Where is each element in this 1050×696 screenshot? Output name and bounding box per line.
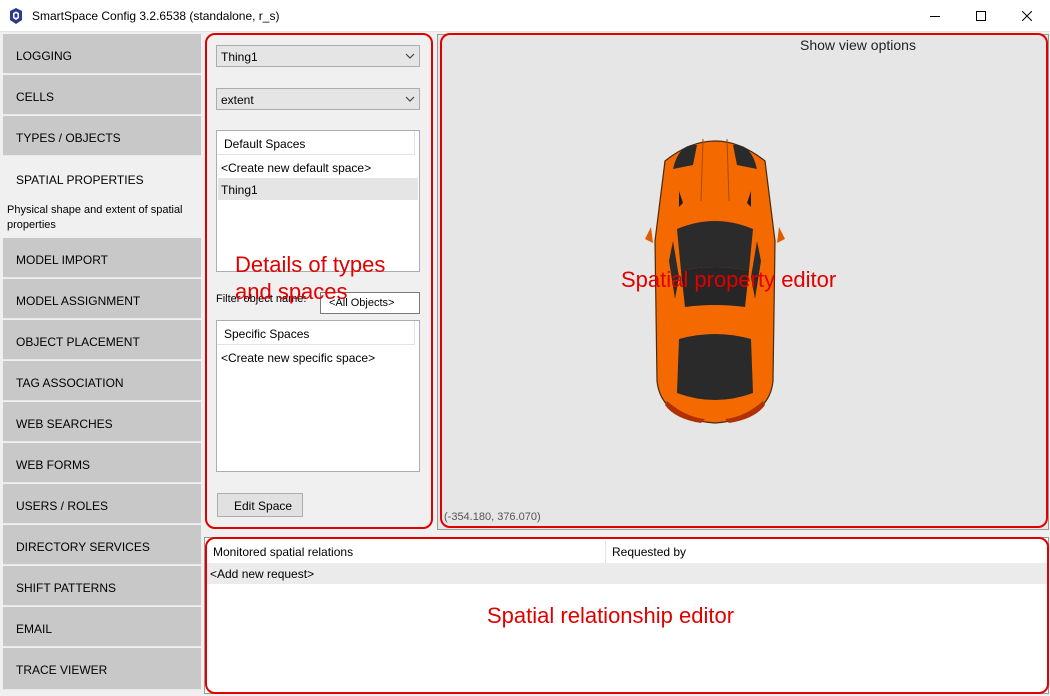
maximize-button[interactable] (958, 0, 1004, 31)
sidebar-item-label: OBJECT PLACEMENT (16, 335, 140, 349)
sidebar-item-cells[interactable]: CELLS (3, 75, 201, 115)
sidebar-item-email[interactable]: EMAIL (3, 607, 201, 647)
sidebar-item-label: LOGGING (16, 49, 73, 63)
list-item[interactable]: <Create new specific space> (218, 346, 418, 368)
details-panel: Thing1 extent Default Spaces <Create new… (204, 34, 436, 530)
sidebar-item-label: WEB SEARCHES (16, 417, 113, 431)
list-item[interactable]: <Create new default space> (218, 156, 418, 178)
close-icon (1022, 10, 1032, 21)
close-button[interactable] (1004, 0, 1050, 31)
property-select-value: extent (221, 93, 254, 107)
property-select[interactable]: extent (216, 88, 420, 110)
car-model[interactable] (645, 131, 785, 431)
minimize-icon (930, 15, 940, 17)
sidebar-item-directory-services[interactable]: DIRECTORY SERVICES (3, 525, 201, 565)
spatial-canvas[interactable]: Show view options (-354.180, 376.070) (437, 34, 1049, 530)
column-header-relations[interactable]: Monitored spatial relations (208, 541, 606, 563)
sidebar-item-model-assignment[interactable]: MODEL ASSIGNMENT (3, 279, 201, 319)
sidebar-item-tag-association[interactable]: TAG ASSOCIATION (3, 361, 201, 401)
view-options-link[interactable]: Show view options (800, 37, 916, 53)
sidebar-item-web-searches[interactable]: WEB SEARCHES (3, 402, 201, 442)
sidebar-nav: LOGGING CELLS TYPES / OBJECTS SPATIAL PR… (3, 34, 201, 694)
sidebar-item-label: MODEL IMPORT (16, 253, 109, 267)
table-row[interactable]: <Add new request> (205, 563, 1048, 584)
maximize-icon (976, 10, 986, 21)
chevron-down-icon (405, 53, 415, 59)
list-item[interactable]: Thing1 (218, 178, 418, 200)
sidebar-item-label: DIRECTORY SERVICES (16, 540, 150, 554)
window-title: SmartSpace Config 3.2.6538 (standalone, … (32, 9, 280, 23)
sidebar-item-shift-patterns[interactable]: SHIFT PATTERNS (3, 566, 201, 606)
default-spaces-list[interactable]: Default Spaces <Create new default space… (216, 130, 420, 272)
sidebar-item-users-roles[interactable]: USERS / ROLES (3, 484, 201, 524)
sidebar-item-label: TYPES / OBJECTS (16, 131, 121, 145)
sidebar-item-label: WEB FORMS (16, 458, 90, 472)
sidebar-item-model-import[interactable]: MODEL IMPORT (3, 238, 201, 278)
cursor-coords: (-354.180, 376.070) (444, 511, 541, 523)
app-icon (10, 8, 22, 24)
filter-input-value: <All Objects> (329, 297, 395, 309)
type-select-value: Thing1 (221, 50, 258, 64)
sidebar-item-label: SPATIAL PROPERTIES (16, 173, 144, 187)
minimize-button[interactable] (912, 0, 958, 31)
default-spaces-header: Default Spaces (217, 131, 415, 155)
sidebar-item-web-forms[interactable]: WEB FORMS (3, 443, 201, 483)
specific-spaces-header: Specific Spaces (217, 321, 415, 345)
sidebar-item-spatial-properties[interactable]: SPATIAL PROPERTIES Physical shape and ex… (3, 157, 201, 237)
filter-label: Filter object name: (216, 293, 307, 305)
title-bar: SmartSpace Config 3.2.6538 (standalone, … (0, 0, 1050, 32)
sidebar-item-label: EMAIL (16, 622, 53, 636)
relations-table: Monitored spatial relations Requested by… (204, 537, 1049, 694)
sidebar-item-label: SHIFT PATTERNS (16, 581, 117, 595)
edit-space-button-label: Edit Space (234, 499, 293, 513)
sidebar-item-label: TRACE VIEWER (16, 663, 108, 677)
sidebar-item-label: CELLS (16, 90, 55, 104)
chevron-down-icon (405, 96, 415, 102)
sidebar-item-trace-viewer[interactable]: TRACE VIEWER (3, 648, 201, 690)
sidebar-item-label: TAG ASSOCIATION (16, 376, 124, 390)
sidebar-item-description: Physical shape and extent of spatial pro… (7, 204, 183, 231)
sidebar-item-label: MODEL ASSIGNMENT (16, 294, 141, 308)
edit-space-button[interactable]: Edit Space (217, 493, 303, 517)
sidebar-item-object-placement[interactable]: OBJECT PLACEMENT (3, 320, 201, 360)
column-header-requested-by[interactable]: Requested by (607, 541, 1045, 563)
sidebar-item-logging[interactable]: LOGGING (3, 34, 201, 74)
type-select[interactable]: Thing1 (216, 45, 420, 67)
sidebar-item-types-objects[interactable]: TYPES / OBJECTS (3, 116, 201, 156)
filter-input[interactable]: <All Objects> (320, 292, 420, 314)
specific-spaces-list[interactable]: Specific Spaces <Create new specific spa… (216, 320, 420, 472)
sidebar-item-label: USERS / ROLES (16, 499, 109, 513)
